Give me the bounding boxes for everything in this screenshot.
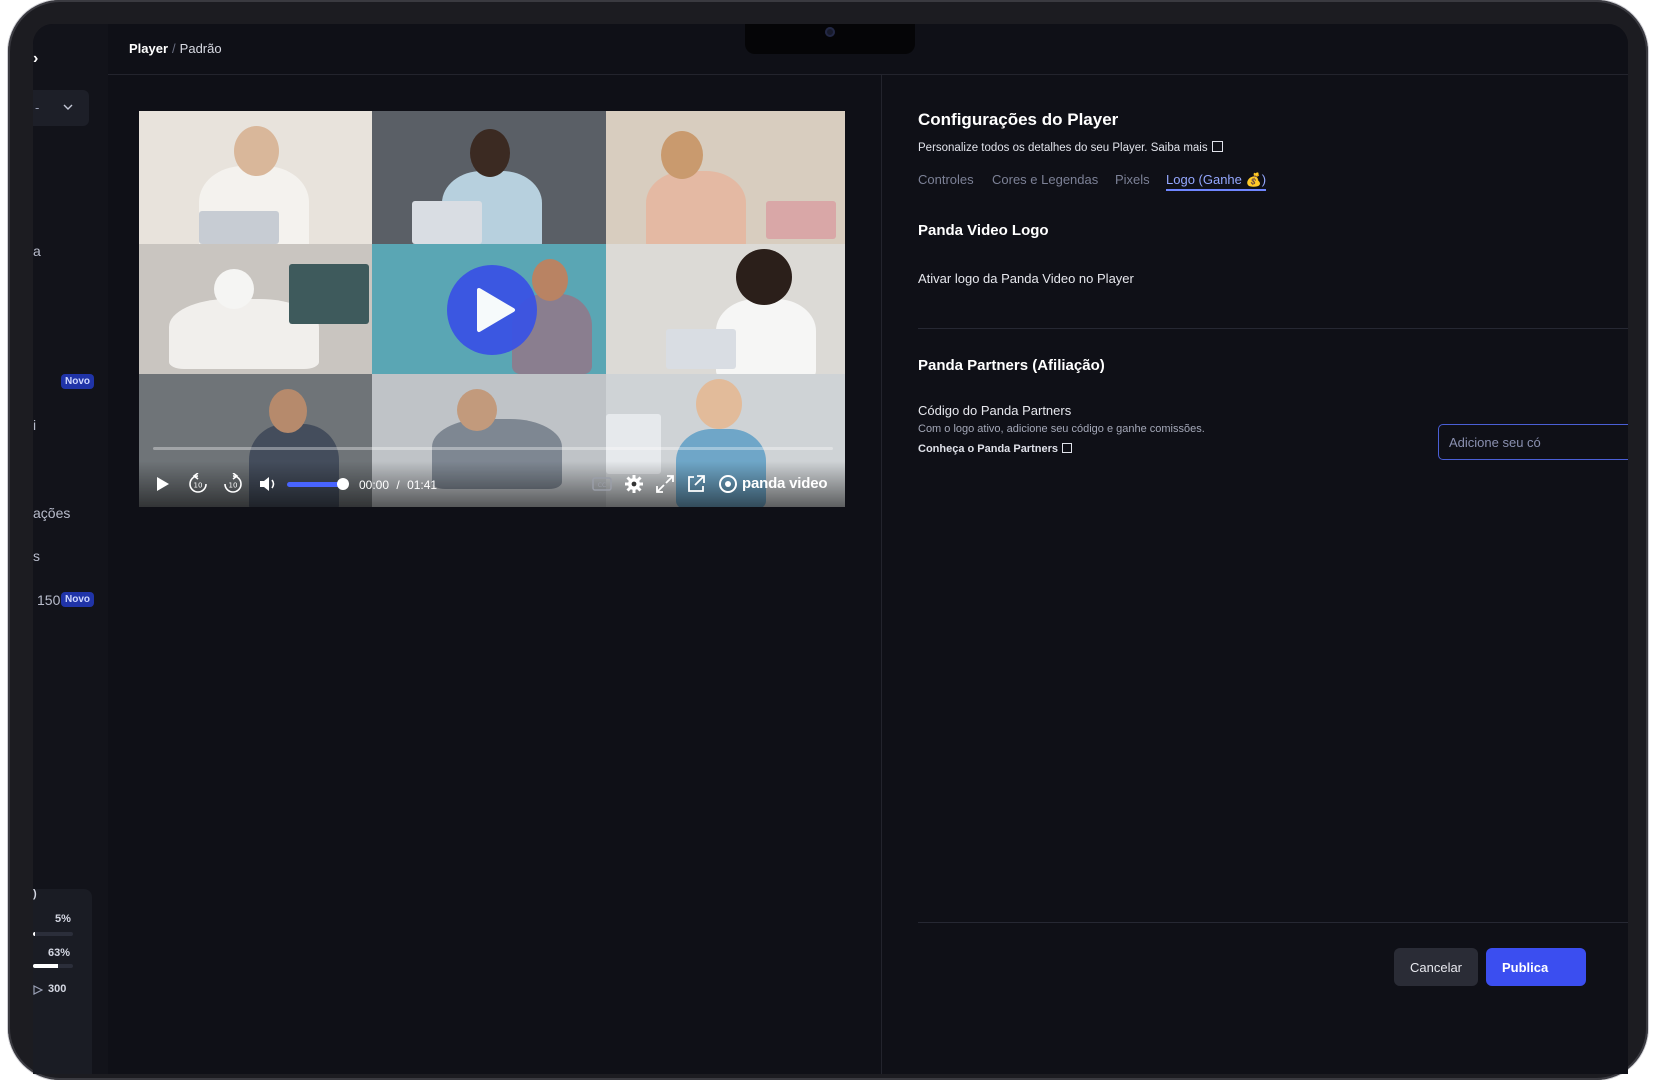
sidebar-item-150[interactable]: 150 (37, 592, 60, 608)
person-head (470, 129, 510, 177)
wall-shape (289, 264, 369, 324)
player-preview-pane: 10 10 00:00 / 01:41 CC panda video (108, 75, 882, 1074)
partners-code-input[interactable] (1438, 424, 1628, 460)
svg-text:10: 10 (194, 482, 203, 490)
svg-text:CC: CC (598, 482, 606, 489)
forward-10-icon[interactable]: 10 (222, 473, 244, 495)
usage-second-pct: 63% (48, 947, 71, 959)
video-thumbnail-tile (606, 111, 845, 244)
breadcrumb-separator: / (172, 41, 176, 56)
video-thumbnail-tile (139, 111, 372, 244)
camera-icon (825, 27, 835, 37)
sidebar: › - a Novo i ações s 150 Novo ) 5% 63% 3… (33, 24, 109, 1074)
usage-panel: ) 5% 63% 300 (33, 888, 92, 1074)
usage-second-bar (33, 964, 73, 968)
duration: 01:41 (407, 478, 438, 492)
external-link-icon (1062, 443, 1072, 453)
video-thumbnail-tile (606, 244, 845, 374)
usage-first-fill (33, 932, 35, 936)
person-head (214, 269, 254, 309)
partners-help-text: Com o logo ativo, adicione seu código e … (918, 423, 1205, 435)
usage-label: ) (33, 888, 37, 900)
logo-section-title: Panda Video Logo (918, 222, 1049, 239)
tab-pixels[interactable]: Pixels (1115, 172, 1150, 187)
camera-notch (745, 24, 915, 54)
gear-icon[interactable] (623, 473, 645, 495)
svg-text:10: 10 (229, 482, 238, 490)
sidebar-item-a[interactable]: a (33, 243, 41, 259)
rewind-10-icon[interactable]: 10 (187, 473, 209, 495)
video-thumbnail-tile (372, 111, 606, 244)
partners-code-label: Código do Panda Partners (918, 403, 1072, 418)
usage-second-fill (33, 964, 59, 968)
publish-button[interactable]: Publica (1486, 948, 1586, 986)
breadcrumb-root[interactable]: Player (129, 41, 168, 56)
usage-count: 300 (48, 983, 67, 995)
laptop-shape (412, 201, 482, 244)
tab-controles[interactable]: Controles (918, 172, 974, 187)
logo-toggle-label[interactable]: Ativar logo da Panda Video no Player (918, 271, 1134, 286)
learn-more-link[interactable]: Saiba mais (1151, 142, 1208, 154)
workspace-select[interactable]: - (33, 90, 89, 126)
partners-link-text: Conheça o Panda Partners (918, 443, 1058, 455)
video-player[interactable]: 10 10 00:00 / 01:41 CC panda video (139, 111, 845, 507)
fullscreen-icon[interactable] (654, 473, 676, 495)
player-controls: 10 10 00:00 / 01:41 CC panda video (139, 461, 845, 507)
player-settings-pane: Configurações do Player Personalize todo… (882, 75, 1628, 1074)
big-play-button[interactable] (447, 265, 537, 355)
workspace-select-value: - (35, 100, 40, 115)
cancel-button[interactable]: Cancelar (1394, 948, 1478, 986)
section-divider (918, 328, 1628, 329)
person-head (696, 379, 742, 429)
video-thumbnail-tile (139, 244, 372, 374)
panda-logo-icon (719, 475, 737, 494)
chevron-down-icon (63, 104, 73, 110)
settings-subtitle: Personalize todos os detalhes do seu Pla… (918, 140, 1223, 154)
person-head (234, 126, 279, 176)
current-time: 00:00 (359, 478, 390, 492)
suitcase-shape (766, 201, 836, 239)
app-screen: › - a Novo i ações s 150 Novo ) 5% 63% 3… (33, 24, 1628, 1074)
time-display: 00:00 / 01:41 (359, 478, 437, 492)
person-head (532, 259, 568, 301)
tab-logo[interactable]: Logo (Ganhe 💰) (1166, 172, 1267, 191)
panda-video-logo[interactable]: panda video (719, 475, 828, 494)
person-head (457, 389, 497, 431)
popout-icon[interactable] (685, 473, 707, 495)
partners-section-title: Panda Partners (Afiliação) (918, 357, 1105, 374)
sidebar-item-configuracoes[interactable]: ações (33, 505, 70, 521)
tab-cores-e-legendas[interactable]: Cores e Legendas (992, 172, 1098, 187)
external-link-icon (1211, 141, 1223, 152)
new-badge-2: Novo (61, 592, 94, 607)
settings-title: Configurações do Player (918, 110, 1119, 129)
usage-first-pct: 5% (55, 913, 71, 925)
breadcrumb: Player / Padrão (129, 41, 222, 56)
laptop-shape (666, 329, 736, 369)
laptop-shape (199, 211, 279, 244)
person-head (269, 389, 307, 433)
play-icon[interactable] (151, 473, 173, 495)
sidebar-item-i[interactable]: i (33, 417, 36, 433)
sidebar-item-s[interactable]: s (33, 548, 40, 564)
panda-video-brand-text: panda video (742, 475, 828, 492)
volume-knob[interactable] (337, 478, 349, 490)
new-badge: Novo (61, 374, 94, 389)
settings-subtitle-text: Personalize todos os detalhes do seu Pla… (918, 142, 1148, 154)
time-separator: / (396, 478, 400, 492)
captions-icon[interactable]: CC (591, 473, 613, 495)
person-shape (646, 171, 746, 244)
app-logo[interactable]: › (33, 50, 38, 68)
footer-divider (918, 922, 1628, 923)
play-icon (477, 288, 515, 332)
partners-learn-link[interactable]: Conheça o Panda Partners (918, 442, 1072, 455)
person-head (736, 249, 792, 305)
breadcrumb-current: Padrão (179, 41, 222, 56)
volume-icon[interactable] (257, 473, 279, 495)
seek-bar[interactable] (153, 447, 833, 450)
play-count-icon (33, 985, 43, 995)
usage-first-bar (33, 932, 73, 936)
person-head (661, 131, 703, 179)
